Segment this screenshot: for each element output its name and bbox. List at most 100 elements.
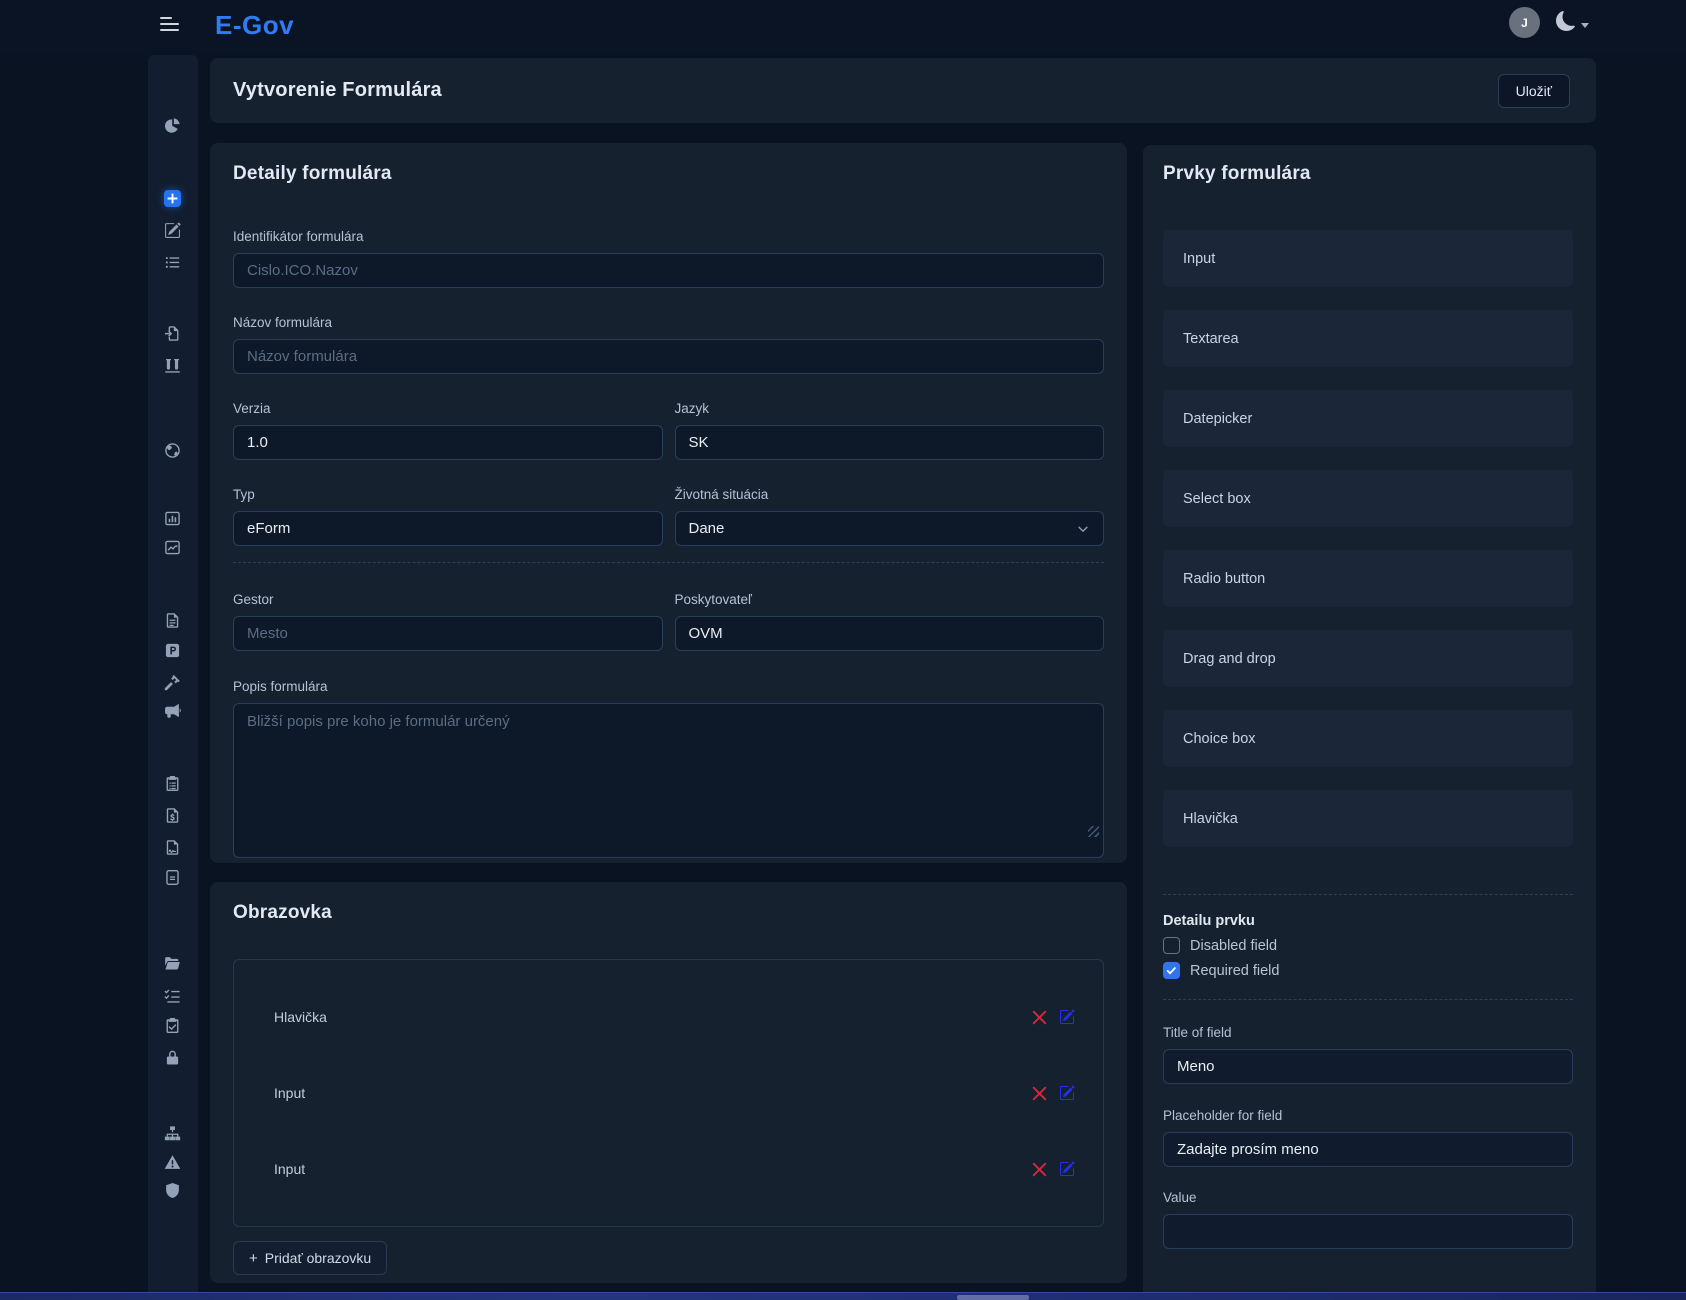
parking-square-icon[interactable] [164,642,181,659]
identifier-input[interactable] [233,253,1104,288]
screen-row-label: Input [274,1085,305,1101]
topbar: E-Gov J [0,0,1686,50]
section-divider [233,562,1104,563]
palette-item-input[interactable]: Input [1163,230,1573,287]
add-screen-button[interactable]: + Pridať obrazovku [233,1241,387,1275]
clipboard-list-icon[interactable] [164,775,181,792]
form-details-card: Detaily formulára Identifikátor formulár… [210,143,1127,863]
list-check-icon[interactable] [164,987,181,1004]
version-input[interactable] [233,425,663,460]
pen-to-square-icon[interactable] [164,222,181,239]
provider-input[interactable] [675,616,1105,651]
description-textarea[interactable] [233,703,1104,858]
palette-item-textarea[interactable]: Textarea [1163,310,1573,367]
type-label: Typ [233,487,663,502]
moon-icon [1556,11,1576,31]
chevron-down-icon [1581,23,1589,28]
chevron-down-icon [1076,522,1090,536]
file-invoice-dollar-icon[interactable] [164,807,181,824]
edit-row-icon[interactable] [1059,1085,1075,1101]
footer-bar [0,1292,1686,1300]
page-header: Vytvorenie Formulára Uložiť [210,58,1596,123]
palette-item-datepicker[interactable]: Datepicker [1163,390,1573,447]
provider-label: Poskytovateľ [675,592,1105,607]
identifier-label: Identifikátor formulára [233,229,1104,244]
vials-icon[interactable] [164,357,181,374]
avatar[interactable]: J [1509,7,1540,38]
chart-line-icon[interactable] [164,539,181,556]
screen-row[interactable]: Input [274,1058,1075,1128]
title-of-field-input[interactable] [1163,1049,1573,1084]
save-button[interactable]: Uložiť [1498,74,1570,108]
checkbox-unchecked-icon[interactable] [1163,937,1180,954]
list-icon[interactable] [164,254,181,271]
screen-row[interactable]: Hlavička [274,982,1075,1052]
screen-row-label: Hlavička [274,1009,327,1025]
screen-row[interactable]: Input [274,1134,1075,1204]
bullhorn-icon[interactable] [164,702,181,719]
disabled-field-checkbox-row[interactable]: Disabled field [1163,937,1573,954]
detail-divider [1163,894,1573,895]
add-square-icon[interactable] [164,190,181,207]
edit-row-icon[interactable] [1059,1161,1075,1177]
value-label: Value [1163,1190,1573,1205]
clipboard-check-icon[interactable] [164,1017,181,1034]
shield-icon[interactable] [164,1182,181,1199]
journal-book-icon[interactable] [164,869,181,886]
placeholder-for-field-input[interactable] [1163,1132,1573,1167]
screen-heading: Obrazovka [233,902,1104,924]
name-label: Názov formulára [233,315,1104,330]
file-import-icon[interactable] [164,325,181,342]
screen-element-list: Hlavička Input Input [233,959,1104,1227]
app-logo[interactable]: E-Gov [215,10,294,41]
screen-row-label: Input [274,1161,305,1177]
type-input[interactable] [233,511,663,546]
delete-row-icon[interactable] [1032,1086,1047,1101]
edit-row-icon[interactable] [1059,1009,1075,1025]
delete-row-icon[interactable] [1032,1010,1047,1025]
page-title: Vytvorenie Formulára [233,79,442,102]
warning-triangle-icon[interactable] [164,1154,181,1171]
theme-toggle[interactable] [1556,11,1589,31]
element-palette: Input Textarea Datepicker Select box Rad… [1163,230,1573,847]
palette-item-choicebox[interactable]: Choice box [1163,710,1573,767]
delete-row-icon[interactable] [1032,1162,1047,1177]
folder-open-icon[interactable] [164,955,181,972]
required-field-checkbox-row[interactable]: Required field [1163,962,1573,979]
description-label: Popis formulára [233,679,1104,694]
sidebar-nav [148,55,198,1300]
file-lines-icon[interactable] [164,612,181,629]
checkbox-checked-icon[interactable] [1163,962,1180,979]
chart-bar-icon[interactable] [164,510,181,527]
elements-panel: Prvky formulára Input Textarea Datepicke… [1143,145,1596,1292]
disabled-field-label: Disabled field [1190,938,1277,954]
title-of-field-label: Title of field [1163,1025,1573,1040]
value-input[interactable] [1163,1214,1573,1249]
name-input[interactable] [233,339,1104,374]
situation-select[interactable]: Dane [675,511,1105,546]
elements-heading: Prvky formulára [1163,163,1573,185]
details-heading: Detaily formulára [233,163,1104,185]
palette-item-selectbox[interactable]: Select box [1163,470,1573,527]
globe-icon[interactable] [164,442,181,459]
file-signature-icon[interactable] [164,839,181,856]
lock-icon[interactable] [164,1049,181,1066]
pie-chart-icon[interactable] [164,117,181,134]
hamburger-menu-icon[interactable] [160,17,179,33]
language-label: Jazyk [675,401,1105,416]
palette-item-draganddrop[interactable]: Drag and drop [1163,630,1573,687]
language-input[interactable] [675,425,1105,460]
sitemap-icon[interactable] [164,1125,181,1142]
element-detail-heading: Detailu prvku [1163,913,1573,929]
gestor-input[interactable] [233,616,663,651]
situation-label: Životná situácia [675,487,1105,502]
add-screen-label: Pridať obrazovku [265,1250,371,1266]
gavel-icon[interactable] [164,674,181,691]
situation-value: Dane [689,520,725,537]
palette-item-radiobutton[interactable]: Radio button [1163,550,1573,607]
required-field-label: Required field [1190,963,1279,979]
plus-icon: + [249,1251,258,1266]
gestor-label: Gestor [233,592,663,607]
placeholder-for-field-label: Placeholder for field [1163,1108,1573,1123]
palette-item-hlavicka[interactable]: Hlavička [1163,790,1573,847]
